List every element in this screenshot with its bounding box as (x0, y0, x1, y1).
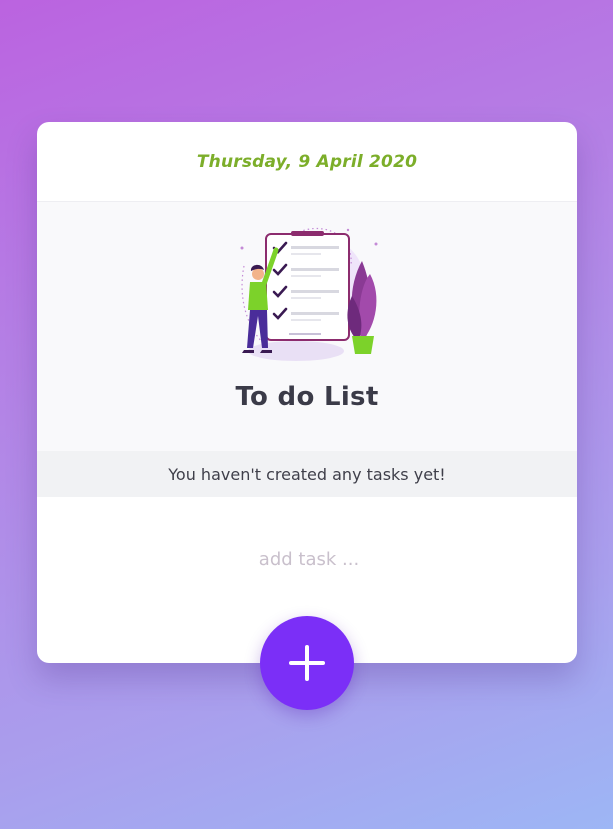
add-task-input[interactable] (157, 536, 461, 582)
empty-state-bar: You haven't created any tasks yet! (37, 451, 577, 497)
date-label: Thursday, 9 April 2020 (196, 151, 418, 172)
empty-state-message: You haven't created any tasks yet! (168, 464, 446, 484)
add-task-button[interactable] (260, 616, 354, 710)
todo-card: Thursday, 9 April 2020 To do List You ha… (37, 122, 577, 663)
plus-icon (289, 645, 325, 681)
checklist-illustration-icon (240, 227, 378, 361)
page-title: To do List (235, 382, 379, 412)
hero-section: To do List (37, 202, 577, 451)
card-header: Thursday, 9 April 2020 (37, 122, 577, 202)
